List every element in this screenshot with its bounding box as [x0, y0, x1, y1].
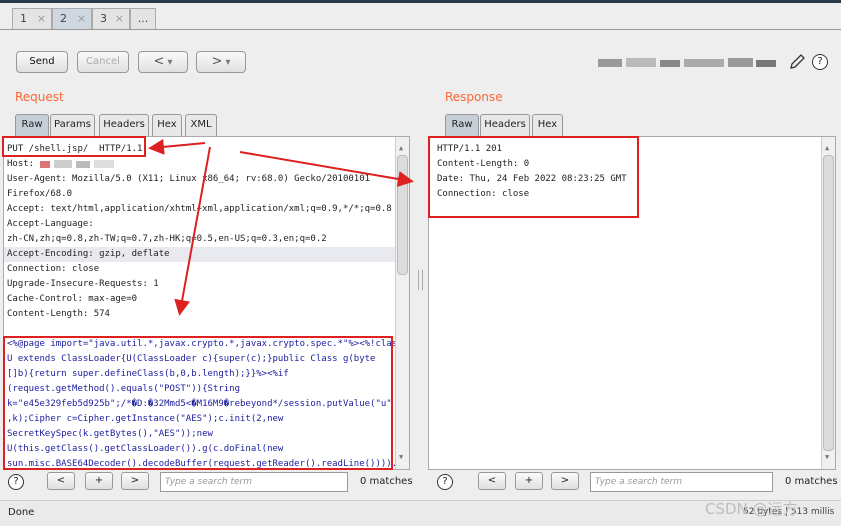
watermark: CSDN @远方	[705, 500, 798, 518]
status-text: Done	[8, 507, 35, 518]
annotation-arrows	[148, 138, 414, 316]
arrow-to-request-line	[148, 138, 206, 155]
arrow-to-payload	[174, 146, 211, 316]
arrow-to-response	[239, 151, 414, 187]
